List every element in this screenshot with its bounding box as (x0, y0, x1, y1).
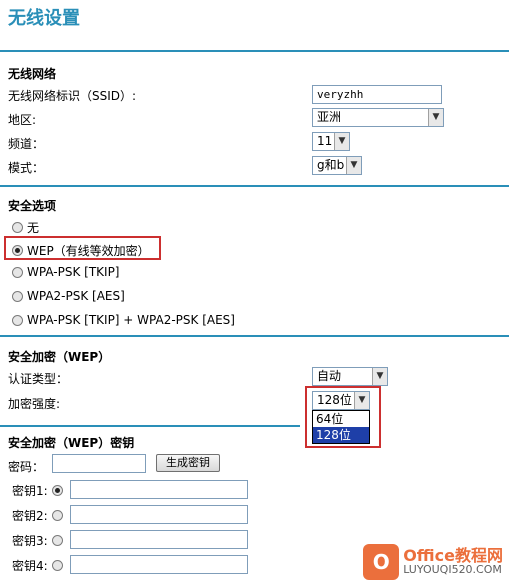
strength-select[interactable]: 128位 ▼ (312, 391, 370, 410)
auth-type-label: 认证类型： (8, 372, 69, 386)
chevron-down-icon: ▼ (428, 109, 443, 126)
security-option-label: WPA2-PSK [AES] (27, 289, 125, 303)
strength-value: 128位 (317, 393, 352, 407)
chevron-down-icon: ▼ (334, 133, 349, 150)
key4-input[interactable] (70, 555, 248, 574)
key-row-4: 密钥4: (12, 557, 63, 574)
strength-option-64[interactable]: 64位 (313, 411, 369, 427)
watermark-site: LUYOUQI520.COM (403, 563, 502, 576)
key-row-3: 密钥3: (12, 532, 63, 549)
radio-selected-icon (12, 245, 23, 256)
strength-option-128[interactable]: 128位 (313, 427, 369, 443)
security-option-label: WEP（有线等效加密） (27, 244, 150, 258)
office-logo-icon: O (363, 544, 400, 580)
divider (0, 50, 509, 52)
mode-select[interactable]: g和b ▼ (312, 156, 362, 175)
mode-value: g和b (317, 158, 345, 172)
auth-type-select[interactable]: 自动 ▼ (312, 367, 388, 386)
radio-icon[interactable] (51, 560, 63, 571)
divider (0, 185, 509, 187)
channel-select[interactable]: 11 ▼ (312, 132, 350, 151)
security-option-label: WPA-PSK [TKIP] + WPA2-PSK [AES] (27, 313, 235, 327)
key1-input[interactable] (70, 480, 248, 499)
channel-label: 频道： (8, 137, 45, 151)
radio-icon (12, 290, 23, 302)
security-option-wep[interactable]: WEP（有线等效加密） (12, 242, 150, 259)
region-value: 亚洲 (317, 110, 342, 124)
key-label: 密钥2: (12, 509, 48, 523)
chevron-down-icon: ▼ (346, 157, 361, 174)
password-input[interactable] (52, 454, 146, 473)
radio-icon (12, 266, 23, 278)
strength-label: 加密强度: (8, 397, 61, 411)
page-title: 无线设置 (8, 8, 80, 29)
security-option-wpa-psk[interactable]: WPA-PSK [TKIP] (12, 265, 119, 279)
radio-selected-icon[interactable] (51, 485, 63, 496)
channel-value: 11 (317, 134, 333, 148)
key-row-1: 密钥1: (12, 482, 63, 499)
key-label: 密钥4: (12, 559, 48, 573)
key3-input[interactable] (70, 530, 248, 549)
wireless-section-title: 无线网络 (8, 67, 57, 81)
radio-icon[interactable] (51, 535, 63, 546)
key-row-2: 密钥2: (12, 507, 63, 524)
security-option-none[interactable]: 无 (12, 219, 39, 236)
watermark-brand: Office教程网 (403, 546, 503, 565)
radio-icon (12, 222, 23, 233)
mode-label: 模式： (8, 161, 45, 175)
region-label: 地区: (8, 113, 37, 127)
security-option-label: WPA-PSK [TKIP] (27, 265, 120, 279)
key-label: 密钥3: (12, 534, 48, 548)
radio-icon (12, 314, 23, 326)
radio-icon[interactable] (51, 510, 63, 521)
generate-key-button[interactable]: 生成密钥 (156, 454, 220, 472)
encryption-section-title: 安全加密（WEP） (8, 350, 111, 364)
security-options-title: 安全选项 (8, 199, 57, 213)
key-label: 密钥1: (12, 484, 48, 498)
security-option-wpa2-psk[interactable]: WPA2-PSK [AES] (12, 289, 125, 303)
divider (0, 425, 300, 427)
keys-section-title: 安全加密（WEP）密钥 (8, 436, 135, 450)
watermark: O Office教程网 LUYOUQI520.COM (363, 544, 503, 580)
divider (0, 335, 509, 337)
chevron-down-icon: ▼ (354, 392, 369, 409)
auth-type-value: 自动 (317, 369, 342, 383)
security-option-label: 无 (27, 221, 40, 235)
password-label: 密码： (8, 460, 45, 474)
region-select[interactable]: 亚洲 ▼ (312, 108, 444, 127)
security-option-wpa-mixed[interactable]: WPA-PSK [TKIP] + WPA2-PSK [AES] (12, 313, 235, 327)
strength-dropdown-list: 64位 128位 (312, 410, 370, 444)
key2-input[interactable] (70, 505, 248, 524)
ssid-input[interactable]: veryzhh (312, 85, 442, 104)
ssid-label: 无线网络标识（SSID）: (8, 89, 137, 103)
chevron-down-icon: ▼ (372, 368, 387, 385)
